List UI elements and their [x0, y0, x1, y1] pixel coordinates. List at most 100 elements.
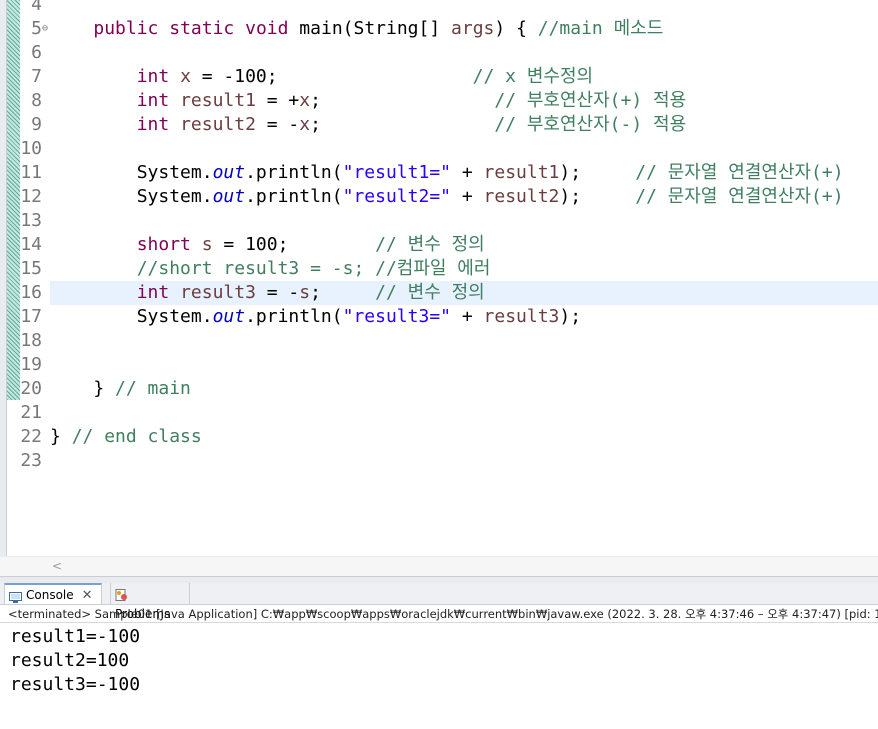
code-line[interactable]: int result1 = +x; // 부호연산자(+) 적용	[50, 89, 686, 113]
code-token: args	[451, 18, 495, 39]
code-token: int	[136, 114, 170, 135]
line-number: 23	[20, 450, 42, 471]
code-token: ) {	[494, 18, 538, 39]
console-output-line: result2=100	[10, 650, 130, 671]
code-token: int	[136, 90, 170, 111]
code-token: "result2="	[342, 186, 451, 207]
code-token: result2	[483, 186, 560, 207]
change-ruler	[7, 0, 20, 576]
code-token: );	[559, 162, 636, 183]
scroll-left-arrow-icon[interactable]: <	[52, 559, 62, 573]
code-token: x	[299, 114, 311, 135]
code-token: public	[93, 18, 159, 39]
console-icon	[9, 589, 22, 603]
code-line[interactable]: System.out.println("result3=" + result3)…	[50, 305, 581, 329]
code-token: x	[180, 66, 191, 87]
code-line[interactable]: int x = -100; // x 변수정의	[50, 65, 593, 89]
code-token: System.	[50, 186, 213, 207]
code-token: result1	[483, 162, 560, 183]
console-tab-bar: Console ✕ Problems	[0, 583, 878, 621]
line-number: 21	[20, 402, 42, 423]
code-token: // 부호연산자(-) 적용	[494, 114, 687, 135]
code-token: +	[451, 162, 484, 183]
line-number: 5	[31, 18, 42, 39]
editor-left-border	[0, 0, 7, 576]
code-token: s	[299, 282, 311, 303]
line-number: 19	[20, 354, 42, 375]
tab-console[interactable]: Console ✕	[4, 583, 102, 604]
code-token: int	[136, 66, 170, 87]
code-token: ;	[310, 282, 376, 303]
code-token: x	[299, 90, 311, 111]
code-token: "result3="	[342, 306, 451, 327]
code-token: System.	[50, 306, 213, 327]
code-token: // x 변수정의	[472, 66, 594, 87]
console-status-line: <terminated> Sample01 [Java Application]…	[0, 605, 878, 623]
code-line[interactable]: //short result3 = -s; //컴파일 에러	[50, 257, 491, 281]
code-token: short	[136, 234, 191, 255]
code-line[interactable]: } // end class	[50, 425, 202, 449]
code-line[interactable]: int result3 = -s; // 변수 정의	[50, 281, 485, 305]
code-line[interactable]: public static void main(String[] args) {…	[50, 17, 663, 41]
code-token: result1	[180, 90, 256, 111]
close-icon[interactable]: ✕	[82, 588, 93, 603]
code-token: result2	[180, 114, 256, 135]
horizontal-scrollbar[interactable]: <	[0, 556, 878, 576]
line-number: 11	[20, 162, 42, 183]
code-line[interactable]: System.out.println("result1=" + result1)…	[50, 161, 844, 185]
code-token: main(String[]	[288, 18, 452, 39]
code-line[interactable]: int result2 = -x; // 부호연산자(-) 적용	[50, 113, 686, 137]
console-output-line: result1=-100	[10, 626, 141, 647]
line-number: 16	[20, 282, 42, 303]
tab-console-label: Console	[26, 588, 74, 602]
line-number: 8	[31, 90, 42, 111]
code-token: static	[169, 18, 235, 39]
code-editor[interactable]: 4 5 ⊖ 6 7 8 9 10 11 12 13 14 15 16 17 18 19 20 21 22 23 publ…	[0, 0, 878, 576]
code-token: result3	[483, 306, 560, 327]
code-token: result3	[180, 282, 256, 303]
code-line[interactable]: } // main	[50, 377, 191, 401]
line-number: 6	[31, 42, 42, 63]
fold-collapse-icon[interactable]: ⊖	[42, 17, 48, 41]
code-token: void	[245, 18, 289, 39]
code-token: // 문자열 연결연산자(+)	[635, 186, 844, 207]
line-number: 10	[20, 138, 42, 159]
code-token: out	[212, 186, 246, 207]
line-number: 12	[20, 186, 42, 207]
code-token: = -	[255, 114, 300, 135]
code-token: "result1="	[342, 162, 451, 183]
line-number: 15	[20, 258, 42, 279]
console-output[interactable]: result1=-100 result2=100 result3=-100	[10, 625, 140, 697]
code-token: = -100;	[190, 66, 473, 87]
code-token: // main	[115, 378, 191, 399]
code-token: +	[451, 186, 484, 207]
line-number: 7	[31, 66, 42, 87]
code-token: ;	[310, 90, 495, 111]
code-token: // end class	[71, 426, 202, 447]
line-number: 17	[20, 306, 42, 327]
code-token: // 변수 정의	[375, 282, 485, 303]
line-number: 20	[20, 378, 42, 399]
code-line[interactable]: short s = 100; // 변수 정의	[50, 233, 485, 257]
code-token: .println(	[245, 162, 343, 183]
code-line[interactable]: System.out.println("result2=" + result2)…	[50, 185, 844, 209]
code-token: );	[559, 306, 582, 327]
line-number: 13	[20, 210, 42, 231]
code-token: out	[212, 306, 246, 327]
code-token: int	[136, 282, 170, 303]
tab-problems[interactable]: Problems	[110, 583, 190, 621]
console-panel: Console ✕ Problems <terminated> Sample01 …	[0, 583, 878, 729]
code-token: //short result3 = -s; //컴파일 에러	[136, 258, 491, 279]
